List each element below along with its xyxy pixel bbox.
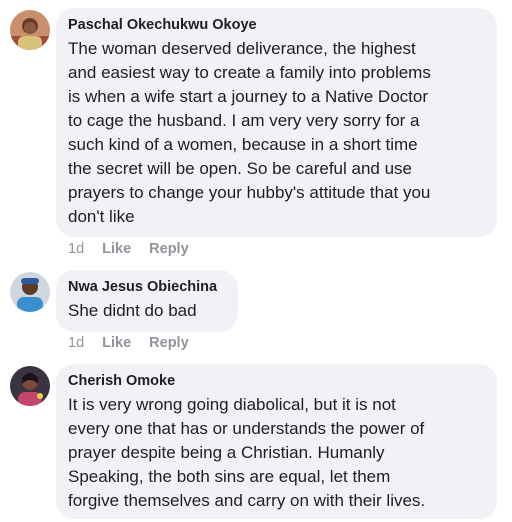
comment-author[interactable]: Nwa Jesus Obiechina (68, 278, 226, 296)
comment-timestamp[interactable]: 1d (68, 334, 84, 352)
comment-author[interactable]: Paschal Okechukwu Okoye (68, 16, 485, 34)
avatar[interactable] (10, 272, 50, 312)
comment-actions: 1d Like Reply (68, 334, 189, 352)
comment-author[interactable]: Cherish Omoke (68, 372, 485, 390)
comment-bubble: Nwa Jesus Obiechina She didnt do bad (56, 270, 238, 332)
like-button[interactable]: Like (102, 240, 131, 258)
reply-button[interactable]: Reply (149, 240, 189, 258)
comment-timestamp[interactable]: 1d (68, 240, 84, 258)
comment-text: She didnt do bad (68, 301, 197, 320)
comment-bubble: Cherish Omoke It is very wrong going dia… (56, 364, 497, 519)
comment-bubble: Paschal Okechukwu Okoye The woman deserv… (56, 8, 497, 237)
comment-actions: 1d Like Reply (68, 240, 189, 258)
like-button[interactable]: Like (102, 334, 131, 352)
reply-button[interactable]: Reply (149, 334, 189, 352)
avatar[interactable] (10, 366, 50, 406)
comment-text: The woman deserved deliverance, the high… (68, 39, 431, 226)
comment-text: It is very wrong going diabolical, but i… (68, 395, 426, 510)
avatar[interactable] (10, 10, 50, 50)
